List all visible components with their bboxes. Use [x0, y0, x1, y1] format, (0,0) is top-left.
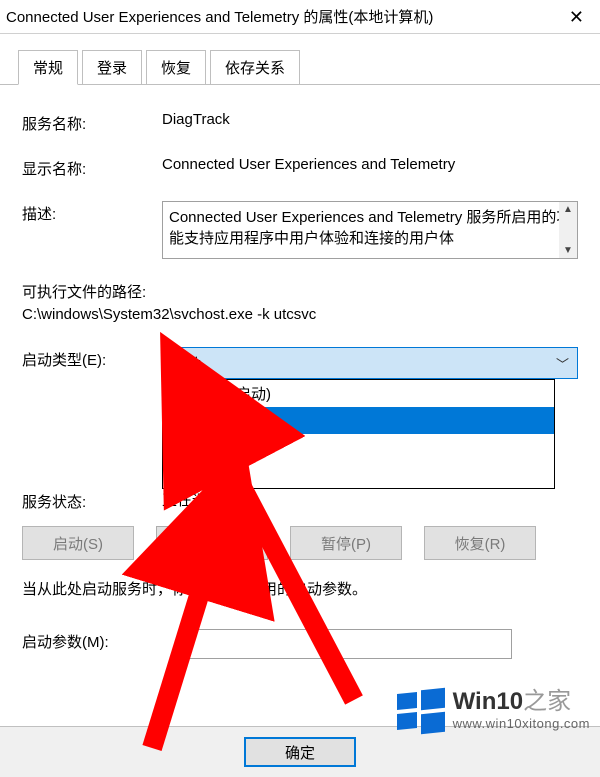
start-button: 启动(S)	[22, 526, 134, 560]
stop-button[interactable]: 停止(T)	[156, 526, 268, 560]
tab-recovery[interactable]: 恢复	[146, 50, 206, 84]
service-status-label: 服务状态:	[22, 489, 162, 512]
chevron-down-icon: ﹀	[556, 354, 569, 373]
watermark: Win10之家 www.win10xitong.com	[397, 681, 590, 731]
startup-option-auto[interactable]: 自动	[163, 407, 554, 434]
service-status-value: 正在运行	[162, 489, 578, 510]
exe-path-value: C:\windows\System32\svchost.exe -k utcsv…	[22, 306, 578, 323]
display-name-value: Connected User Experiences and Telemetry	[162, 156, 578, 173]
tabs: 常规 登录 恢复 依存关系	[0, 34, 600, 85]
display-name-label: 显示名称:	[22, 156, 162, 179]
tab-logon[interactable]: 登录	[82, 50, 142, 84]
description-scrollbar[interactable]: ▲ ▼	[559, 202, 577, 258]
startup-option-disabled[interactable]: 禁用	[163, 461, 554, 488]
win10-logo-icon	[397, 687, 445, 731]
exe-path-label: 可执行文件的路径:	[22, 281, 578, 302]
description-textarea[interactable]: Connected User Experiences and Telemetry…	[162, 201, 578, 259]
description-label: 描述:	[22, 201, 162, 224]
startup-type-dropdown[interactable]: 自动(延迟启动) 自动 手动 禁用	[162, 379, 555, 489]
startup-option-manual[interactable]: 手动	[163, 434, 554, 461]
scroll-down-icon[interactable]: ▼	[559, 243, 577, 258]
start-param-input[interactable]	[182, 629, 512, 659]
start-param-hint: 当从此处启动服务时，你可指定所适用的启动参数。	[22, 578, 578, 599]
tab-dependencies[interactable]: 依存关系	[210, 50, 300, 84]
resume-button: 恢复(R)	[424, 526, 536, 560]
window-title: Connected User Experiences and Telemetry…	[6, 6, 433, 27]
startup-option-delayed[interactable]: 自动(延迟启动)	[163, 380, 554, 407]
startup-type-select[interactable]: 自动 ﹀	[162, 347, 578, 379]
tab-general[interactable]: 常规	[18, 50, 78, 85]
watermark-url: www.win10xitong.com	[453, 716, 590, 731]
description-text: Connected User Experiences and Telemetry…	[169, 209, 571, 247]
startup-type-selected: 自动	[171, 353, 201, 374]
dialog-button-row: 确定	[0, 726, 600, 777]
watermark-text: Win10之家 www.win10xitong.com	[453, 681, 590, 731]
watermark-main-b: 之家	[523, 688, 571, 715]
ok-button[interactable]: 确定	[244, 737, 356, 767]
pause-button: 暂停(P)	[290, 526, 402, 560]
service-name-label: 服务名称:	[22, 111, 162, 134]
scroll-up-icon[interactable]: ▲	[559, 202, 577, 217]
start-param-label: 启动参数(M):	[22, 629, 182, 652]
close-icon[interactable]: ✕	[563, 8, 590, 26]
tab-panel-general: 服务名称: DiagTrack 显示名称: Connected User Exp…	[0, 85, 600, 659]
service-control-buttons: 启动(S) 停止(T) 暂停(P) 恢复(R)	[22, 526, 578, 560]
startup-type-label: 启动类型(E):	[22, 347, 162, 370]
service-name-value: DiagTrack	[162, 111, 578, 128]
titlebar: Connected User Experiences and Telemetry…	[0, 0, 600, 34]
watermark-main-a: Win10	[453, 688, 523, 715]
